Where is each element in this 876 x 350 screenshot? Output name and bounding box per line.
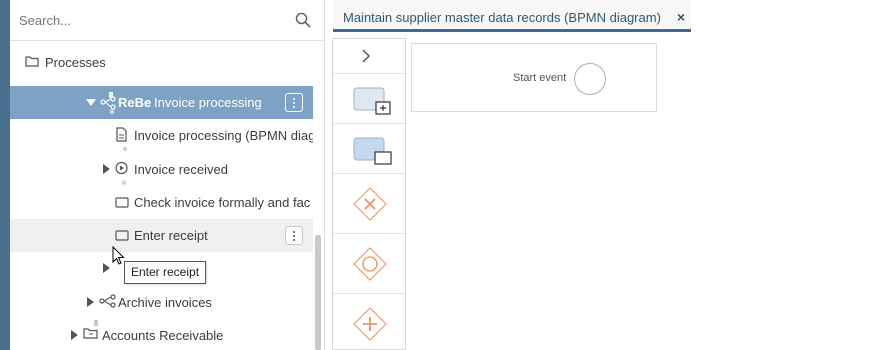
tree-item-prefix: ReBe: [118, 95, 152, 110]
process-icon: *: [100, 92, 116, 118]
shape-palette: [332, 38, 406, 350]
tab-bar: Maintain supplier master data records (B…: [325, 0, 876, 34]
tree-item-label: Invoice processing (BPMN diag: [134, 128, 313, 143]
diagram-canvas[interactable]: Start event: [411, 43, 657, 112]
svg-text:*: *: [109, 107, 115, 118]
more-options-button[interactable]: [285, 93, 303, 112]
tab-label: Maintain supplier master data records (B…: [343, 10, 661, 25]
tree-item-bpmn-diagram[interactable]: * Invoice processing (BPMN diag: [10, 119, 313, 155]
tab-supplier-master-data[interactable]: Maintain supplier master data records (B…: [333, 0, 691, 32]
start-event-label: Start event: [513, 72, 567, 84]
tree-item-archive-invoices[interactable]: Archive invoices: [10, 286, 313, 319]
tree-item-label: Accounts Receivable: [102, 328, 224, 343]
palette-event-gateway[interactable]: [333, 234, 405, 294]
process-icon: [99, 294, 116, 308]
parallel-gateway-icon[interactable]: [353, 307, 387, 341]
task-icon: [115, 230, 129, 241]
expand-icon[interactable]: [103, 263, 110, 273]
folder-icon: [83, 320, 98, 339]
app-strip: [0, 0, 10, 350]
tree-item-invoice-received[interactable]: * Invoice received: [10, 153, 313, 189]
start-event-icon: *: [115, 161, 128, 189]
search-icon[interactable]: [295, 12, 311, 28]
task-icon: [115, 197, 129, 208]
tree-item-label: Archive invoices: [118, 295, 212, 310]
expand-icon[interactable]: [87, 297, 94, 307]
diagram-document-icon: *: [116, 127, 128, 155]
folder-icon: [25, 56, 39, 67]
task-icon[interactable]: [353, 136, 393, 166]
palette-expand-button[interactable]: [333, 39, 405, 74]
palette-task[interactable]: [333, 124, 405, 174]
tree-item-label: Enter receipt: [134, 228, 208, 243]
start-event-shape[interactable]: [574, 63, 606, 95]
tree-item-enter-receipt[interactable]: Enter receipt: [10, 219, 313, 252]
app-root: Search... Processes * ReBe Invoice proce…: [0, 0, 876, 350]
tree-item-label: Processes: [45, 55, 106, 70]
collapse-icon[interactable]: [86, 99, 96, 106]
more-options-button[interactable]: [285, 226, 303, 245]
tree-item-accounts-receivable[interactable]: Accounts Receivable: [10, 319, 313, 350]
search-input[interactable]: Search...: [19, 13, 71, 28]
sidebar-scrollbar[interactable]: [315, 235, 321, 350]
palette-exclusive-gateway[interactable]: [333, 174, 405, 234]
tree-item-label: Invoice processing: [154, 95, 262, 110]
palette-subprocess[interactable]: [333, 74, 405, 124]
tree-item-invoice-processing[interactable]: * ReBe Invoice processing: [10, 86, 313, 119]
exclusive-gateway-icon[interactable]: [353, 187, 387, 221]
close-icon[interactable]: ×: [677, 9, 685, 25]
mouse-cursor-icon: [112, 246, 125, 265]
sidebar: Search... Processes * ReBe Invoice proce…: [10, 0, 325, 350]
palette-parallel-gateway[interactable]: [333, 294, 405, 350]
expand-icon[interactable]: [103, 164, 110, 174]
expand-icon[interactable]: [71, 330, 78, 340]
tree-item-label: Invoice received: [134, 162, 228, 177]
event-gateway-icon[interactable]: [353, 247, 387, 281]
tree-item-processes[interactable]: Processes: [10, 46, 313, 79]
subprocess-icon[interactable]: [353, 86, 393, 116]
chevron-right-icon[interactable]: [360, 49, 372, 63]
tree-item-label: Check invoice formally and fac: [134, 195, 311, 210]
tooltip: Enter receipt: [124, 261, 207, 284]
search-bar[interactable]: Search...: [10, 0, 325, 41]
tree-item-check-invoice[interactable]: Check invoice formally and fac: [10, 186, 313, 219]
